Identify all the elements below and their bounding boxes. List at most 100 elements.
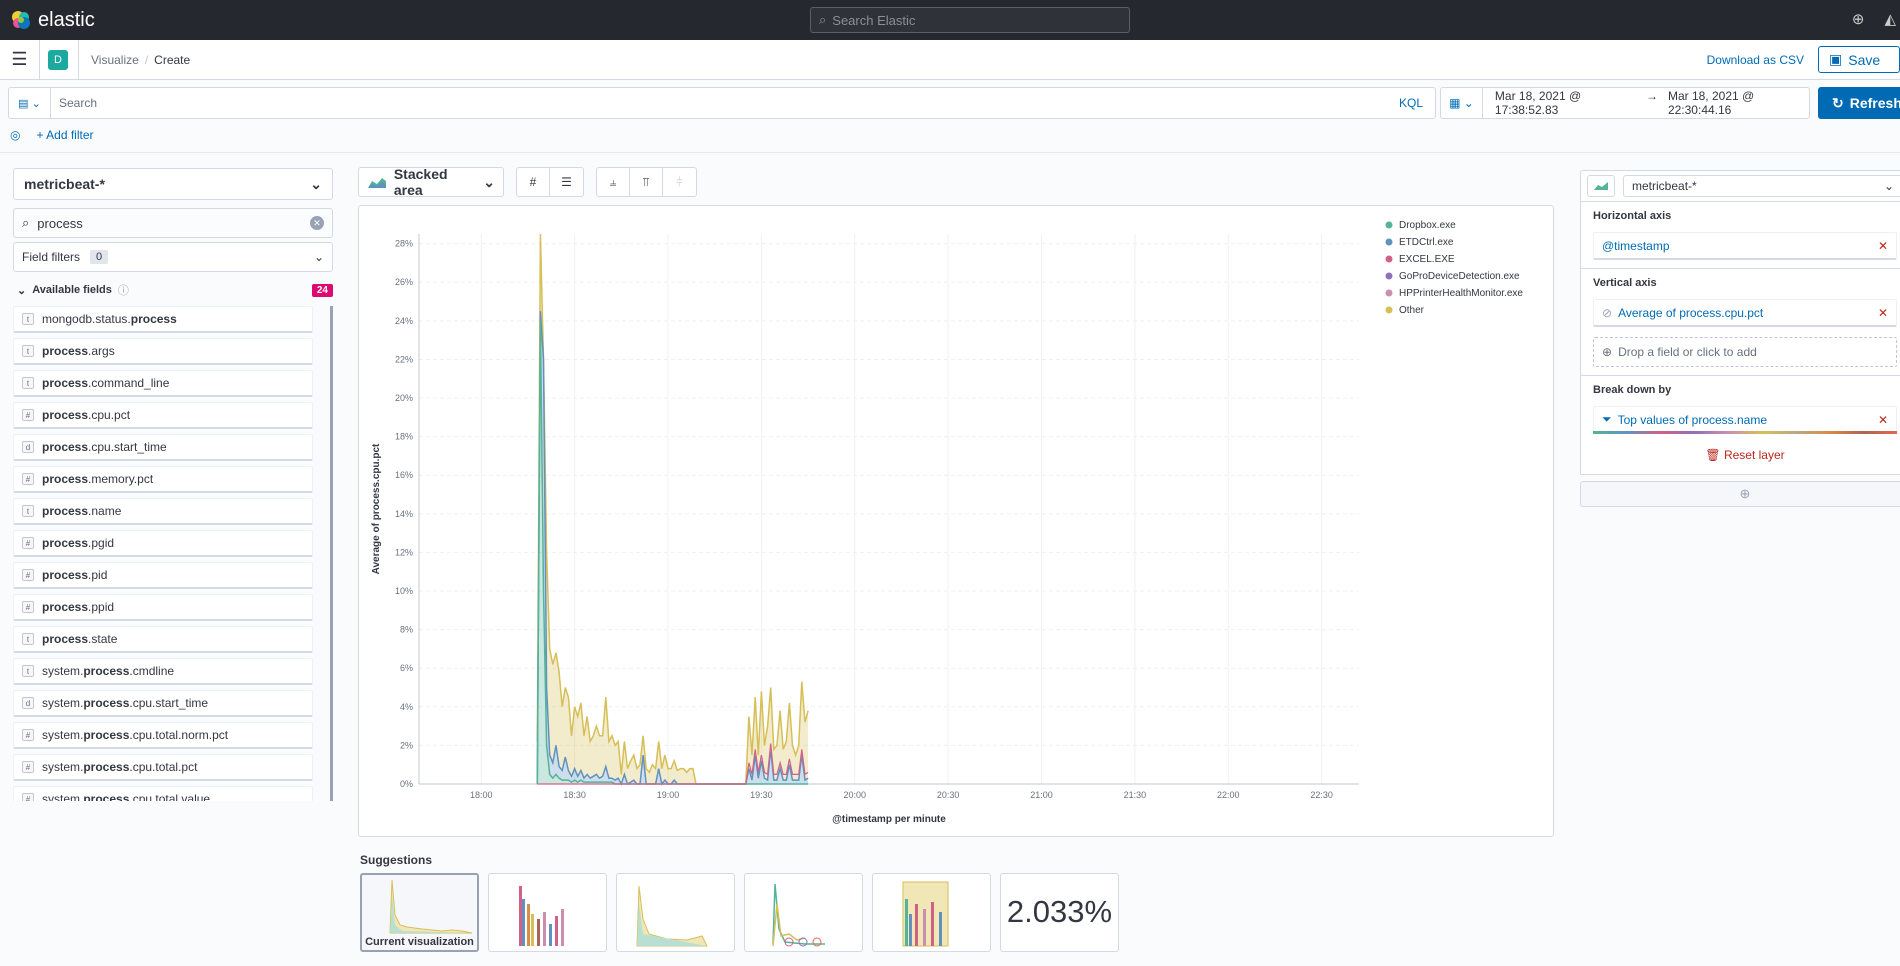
field-type-icon: t bbox=[22, 345, 34, 357]
field-search-input[interactable]: ⌕ process ✕ bbox=[13, 208, 333, 238]
horizontal-axis-dimension[interactable]: @timestamp ✕ bbox=[1593, 232, 1897, 260]
calendar-icon[interactable]: ▦ ⌄ bbox=[1441, 88, 1483, 118]
suggestion-line[interactable] bbox=[744, 873, 863, 952]
field-list-item[interactable]: # process.memory.pct bbox=[13, 466, 313, 493]
available-fields-label: Available fields bbox=[32, 284, 112, 296]
field-list-item[interactable]: t mongodb.status.process bbox=[13, 306, 313, 333]
breadcrumb-visualize[interactable]: Visualize bbox=[91, 53, 139, 67]
suggestion-area[interactable] bbox=[616, 873, 735, 952]
legend-item[interactable]: GoProDeviceDetection.exe bbox=[1399, 271, 1520, 282]
field-name: process.state bbox=[42, 632, 118, 646]
y-tick-label: 28% bbox=[395, 239, 413, 249]
field-type-icon: t bbox=[22, 377, 34, 389]
legend-swatch bbox=[1385, 238, 1393, 246]
stacked-area-icon bbox=[368, 178, 386, 188]
refresh-button[interactable]: ↻ Refresh bbox=[1818, 87, 1900, 119]
suggestion-current-thumbnail bbox=[389, 879, 473, 934]
saved-query-icon[interactable]: ▤ ⌄ bbox=[9, 88, 51, 118]
y-axis-label: Average of process.cpu.pct bbox=[371, 443, 382, 574]
elastic-logo-icon bbox=[12, 11, 30, 29]
breakdown-dimension[interactable]: ⏷ Top values of process.name ✕ bbox=[1593, 406, 1897, 434]
field-list-item[interactable]: # process.ppid bbox=[13, 594, 313, 621]
suggestion-bar[interactable] bbox=[488, 873, 607, 952]
legend-item[interactable]: ETDCtrl.exe bbox=[1399, 237, 1454, 248]
vertical-axis-section: Vertical axis ⊘ Average of process.cpu.p… bbox=[1580, 269, 1900, 376]
date-picker[interactable]: ▦ ⌄ Mar 18, 2021 @ 17:38:52.83 → Mar 18,… bbox=[1440, 87, 1810, 119]
field-filters-label: Field filters bbox=[22, 250, 81, 264]
field-list-item[interactable]: # process.pgid bbox=[13, 530, 313, 557]
add-filter-button[interactable]: + Add filter bbox=[36, 128, 93, 142]
field-list-item[interactable]: t process.args bbox=[13, 338, 313, 365]
menu-icon[interactable]: ☰ bbox=[0, 39, 40, 80]
field-list-panel: metricbeat-* ⌄ ⌕ process ✕ Field filters… bbox=[13, 168, 333, 801]
index-pattern-select[interactable]: metricbeat-* ⌄ bbox=[13, 168, 333, 200]
legend-item[interactable]: Other bbox=[1399, 305, 1425, 316]
breakdown-section: Break down by ⏷ Top values of process.na… bbox=[1580, 376, 1900, 475]
bottom-axis-icon[interactable]: ⫪ bbox=[630, 168, 663, 196]
y-tick-label: 14% bbox=[395, 509, 413, 519]
legend-item[interactable]: EXCEL.EXE bbox=[1399, 254, 1455, 265]
remove-icon[interactable]: ✕ bbox=[1878, 306, 1888, 320]
query-input[interactable]: ▤ ⌄ Search KQL bbox=[8, 87, 1436, 119]
layer-chart-type-icon[interactable] bbox=[1587, 175, 1615, 197]
date-start[interactable]: Mar 18, 2021 @ 17:38:52.83 bbox=[1495, 89, 1636, 117]
clear-icon[interactable]: ✕ bbox=[310, 216, 324, 230]
suggestion-stacked-bar[interactable] bbox=[872, 873, 991, 952]
legend-swatch bbox=[1385, 255, 1393, 263]
vertical-axis-dimension[interactable]: ⊘ Average of process.cpu.pct ✕ bbox=[1593, 299, 1897, 327]
field-list-item[interactable]: t process.state bbox=[13, 626, 313, 653]
value-labels-button[interactable]: # bbox=[517, 168, 550, 196]
save-button[interactable]: ▣ Save bbox=[1818, 46, 1900, 73]
layer-index-pattern-select[interactable]: metricbeat-* ⌄ bbox=[1623, 175, 1900, 197]
help-icon[interactable]: ⊕ bbox=[1852, 10, 1865, 28]
notifications-icon[interactable]: ◭ bbox=[1884, 10, 1896, 28]
available-fields-header[interactable]: ⌄ Available fields ⓘ 24 bbox=[13, 280, 333, 300]
legend-item[interactable]: HPPrinterHealthMonitor.exe bbox=[1399, 288, 1523, 299]
field-list-item[interactable]: d system.process.cpu.start_time bbox=[13, 690, 313, 717]
field-list-item[interactable]: # system.process.cpu.total.value bbox=[13, 786, 313, 801]
field-list-item[interactable]: t system.process.cmdline bbox=[13, 658, 313, 685]
field-list-item[interactable]: t process.command_line bbox=[13, 370, 313, 397]
field-list-item[interactable]: # process.pid bbox=[13, 562, 313, 589]
space-avatar[interactable]: D bbox=[48, 49, 68, 70]
add-layer-button[interactable]: ⊕ bbox=[1580, 481, 1900, 507]
y-tick-label: 24% bbox=[395, 316, 413, 326]
elastic-logo[interactable]: elastic bbox=[10, 9, 95, 32]
download-csv-link[interactable]: Download as CSV bbox=[1707, 53, 1804, 67]
filter-options-icon[interactable]: ◎ bbox=[10, 128, 20, 142]
field-list-item[interactable]: # system.process.cpu.total.norm.pct bbox=[13, 722, 313, 749]
suggestion-metric[interactable]: 2.033% bbox=[1000, 873, 1119, 952]
breadcrumb-separator: / bbox=[144, 52, 149, 67]
date-end[interactable]: Mar 18, 2021 @ 22:30:44.16 bbox=[1668, 89, 1809, 117]
chart-panel: 0% 2% 4% 6% 8% 10% 12% 14% 16% 18% 20% 22% 24% 26% 28%… bbox=[358, 205, 1554, 837]
legend-settings-icon[interactable]: ☰ bbox=[550, 168, 583, 196]
field-list-item[interactable]: # system.process.cpu.total.pct bbox=[13, 754, 313, 781]
stacked-area-chart[interactable]: 0% 2% 4% 6% 8% 10% 12% 14% 16% 18% 20% 22% 24% 26% 28%… bbox=[359, 206, 1553, 836]
field-filters-toggle[interactable]: Field filters 0 ⌄ bbox=[13, 242, 333, 272]
right-axis-icon[interactable]: ⫩ bbox=[663, 168, 696, 196]
field-list-item[interactable]: d process.cpu.start_time bbox=[13, 434, 313, 461]
chevron-down-icon: ⌄ bbox=[17, 284, 27, 297]
field-list-item[interactable]: t process.name bbox=[13, 498, 313, 525]
vertical-axis-title: Vertical axis bbox=[1593, 277, 1657, 289]
remove-icon[interactable]: ✕ bbox=[1878, 413, 1888, 427]
field-type-icon: # bbox=[22, 409, 34, 421]
remove-icon[interactable]: ✕ bbox=[1878, 239, 1888, 253]
add-field-dropzone[interactable]: ⊕ Drop a field or click to add bbox=[1593, 337, 1897, 367]
breadcrumb-create: Create bbox=[154, 52, 191, 67]
chart-type-select[interactable]: Stacked area ⌄ bbox=[358, 166, 504, 198]
left-axis-icon[interactable]: ⫨ bbox=[597, 168, 630, 196]
field-type-icon: t bbox=[22, 505, 34, 517]
kql-toggle[interactable]: KQL bbox=[1399, 96, 1423, 110]
legend-item[interactable]: Dropbox.exe bbox=[1399, 220, 1456, 231]
field-name: process.ppid bbox=[42, 600, 115, 614]
field-name: system.process.cpu.total.value bbox=[42, 792, 211, 801]
breakdown-field: Top values of process.name bbox=[1617, 412, 1768, 427]
field-type-icon: t bbox=[22, 665, 34, 677]
global-search-input[interactable]: ⌕ Search Elastic bbox=[810, 7, 1130, 33]
field-list-item[interactable]: # process.cpu.pct bbox=[13, 402, 313, 429]
y-tick-label: 20% bbox=[395, 393, 413, 403]
suggestion-current[interactable]: Current visualization bbox=[360, 873, 479, 952]
field-name: process.command_line bbox=[42, 376, 170, 390]
reset-layer-button[interactable]: 🗑 Reset layer bbox=[1593, 448, 1897, 462]
